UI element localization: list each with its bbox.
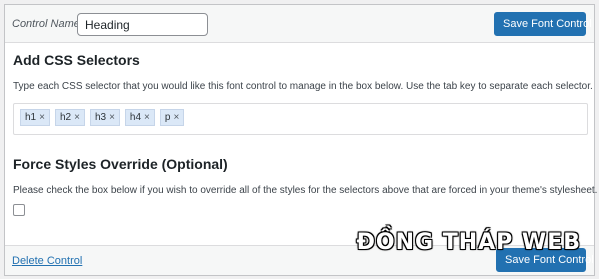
remove-tag-icon[interactable]: × bbox=[39, 112, 45, 123]
control-header: Control Name Save Font Control bbox=[5, 5, 594, 43]
force-override-checkbox[interactable] bbox=[13, 204, 25, 216]
remove-tag-icon[interactable]: × bbox=[173, 112, 179, 123]
remove-tag-icon[interactable]: × bbox=[74, 112, 80, 123]
selector-tag-h3: h3 × bbox=[89, 109, 120, 126]
delete-control-link[interactable]: Delete Control bbox=[12, 255, 82, 267]
selector-tags: h1 × h2 × h3 × h4 × p × bbox=[20, 109, 185, 126]
selector-tag-label: h4 bbox=[129, 112, 142, 123]
css-selectors-heading: Add CSS Selectors bbox=[13, 52, 140, 68]
watermark-logo: ĐỒNG THÁP WEB bbox=[356, 230, 581, 255]
selector-tag-label: p bbox=[164, 112, 171, 123]
selector-tag-label: h1 bbox=[25, 112, 37, 123]
css-selectors-description: Type each CSS selector that you would li… bbox=[13, 81, 593, 92]
remove-tag-icon[interactable]: × bbox=[144, 112, 150, 123]
force-override-heading: Force Styles Override (Optional) bbox=[13, 156, 228, 172]
control-name-label: Control Name bbox=[12, 18, 80, 30]
selector-tag-label: h2 bbox=[59, 112, 72, 123]
selector-tag-h2: h2 × bbox=[54, 109, 85, 126]
selector-tag-input[interactable]: h1 × h2 × h3 × h4 × p × bbox=[13, 103, 588, 135]
selector-tag-h4: h4 × bbox=[124, 109, 155, 126]
selector-tag-p: p × bbox=[159, 109, 185, 126]
selector-tag-h1: h1 × bbox=[20, 109, 50, 126]
remove-tag-icon[interactable]: × bbox=[109, 112, 115, 123]
selector-tag-label: h3 bbox=[94, 112, 107, 123]
save-font-control-button[interactable]: Save Font Control bbox=[494, 12, 592, 36]
force-override-description: Please check the box below if you wish t… bbox=[13, 185, 598, 196]
control-name-input[interactable] bbox=[77, 13, 208, 36]
